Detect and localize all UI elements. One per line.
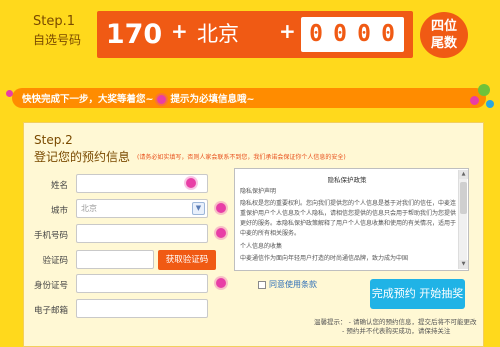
step1-title: 自选号码 xyxy=(33,33,82,47)
submit-reservation-button[interactable]: 完成预约 开始抽奖 xyxy=(370,279,465,309)
phone-label: 手机号码 xyxy=(33,231,68,241)
registration-panel: Step.2 登记您的预约信息 (请务必如实填写，否则人家会联系不到您，我们承诺… xyxy=(23,122,484,347)
agree-checkbox[interactable] xyxy=(258,280,266,289)
city-label: 城市 xyxy=(50,206,68,216)
tail-digit-3[interactable]: 0 xyxy=(353,17,375,52)
email-label: 电子邮箱 xyxy=(33,306,68,316)
privacy-paragraph: 隐私权是您的重要权利。您向我们提供您的个人信息是基于对我们的信任，中麦连重保护用… xyxy=(240,200,456,237)
code-input[interactable] xyxy=(76,250,154,269)
decor-dot-icon xyxy=(486,100,494,108)
tail-badge-line2: 尾数 xyxy=(430,36,457,51)
scroll-up-arrow-icon[interactable]: ▲ xyxy=(459,170,468,179)
get-code-button[interactable]: 获取验证码 xyxy=(158,250,216,270)
tail-digit-2[interactable]: 0 xyxy=(329,17,351,52)
required-flower-icon xyxy=(157,95,167,104)
agree-terms-label[interactable]: 同意使用条款 xyxy=(269,280,317,289)
tips-line1: 温馨提示： - 请确认您的预约信息，提交后将不可能更改 xyxy=(314,318,477,326)
step2-title: 登记您的预约信息 xyxy=(34,150,131,164)
privacy-section-title: 个人信息的收集 xyxy=(240,243,283,250)
tail-digit-1[interactable]: 0 xyxy=(305,17,327,52)
decor-dot-icon xyxy=(470,96,479,105)
step1-label: Step.1 自选号码 xyxy=(33,14,81,48)
id-label: 身份证号 xyxy=(33,281,68,291)
id-input[interactable] xyxy=(76,274,208,293)
decor-dot-icon xyxy=(478,84,490,96)
number-prefix: 170 xyxy=(105,19,163,50)
reminder-tips: 温馨提示： - 请确认您的预约信息，提交后将不可能更改 - 预约并不代表购买成功… xyxy=(314,318,476,336)
privacy-paragraph: 中麦通信作为面向年轻用户打造的时尚通信品牌，致力成为中国 xyxy=(240,255,409,262)
tail-digit-4[interactable]: 0 xyxy=(377,17,399,52)
privacy-content: 隐私保护政策 隐私保护声明 隐私权是您的重要权利。您向我们提供您的个人信息是基于… xyxy=(238,172,456,267)
privacy-heading: 隐私保护声明 xyxy=(240,188,277,195)
decor-dot-icon xyxy=(6,90,13,97)
privacy-title: 隐私保护政策 xyxy=(327,176,367,184)
tail-digits-box[interactable]: 0 0 0 0 xyxy=(301,17,404,52)
step2-number: Step.2 xyxy=(34,133,73,147)
number-city[interactable]: 北京 xyxy=(197,16,239,52)
plus-sign: + xyxy=(171,19,188,43)
phone-input[interactable] xyxy=(76,224,208,243)
required-flower-icon xyxy=(216,278,226,288)
step2-label: Step.2 登记您的预约信息 xyxy=(34,133,130,165)
tail-digits-badge: 四位 尾数 xyxy=(420,12,468,58)
city-select-value: 北京 xyxy=(81,204,97,213)
plus-sign: + xyxy=(279,19,296,43)
scroll-down-arrow-icon[interactable]: ▼ xyxy=(459,260,468,269)
hint-text-after: 提示为必填信息哦~ xyxy=(170,94,255,105)
agree-terms[interactable]: 同意使用条款 xyxy=(258,279,317,290)
name-label: 姓名 xyxy=(50,181,68,191)
scroll-thumb[interactable] xyxy=(460,182,467,214)
email-input[interactable] xyxy=(76,299,208,318)
code-label: 验证码 xyxy=(42,256,68,266)
number-selector-bar: 170 + 北京 + 0 0 0 0 xyxy=(97,11,413,58)
required-flower-icon xyxy=(186,178,196,188)
step1-number: Step.1 xyxy=(33,14,76,29)
privacy-policy-box[interactable]: 隐私保护政策 隐私保护声明 隐私权是您的重要权利。您向我们提供您的个人信息是基于… xyxy=(234,168,469,271)
chevron-down-icon[interactable]: ▼ xyxy=(192,202,205,215)
hint-banner: 快快完成下一步，大奖等着您~ 提示为必填信息哦~ xyxy=(12,88,486,108)
tips-line2: - 预约并不代表购买成功，请保持关注 xyxy=(342,327,451,335)
required-flower-icon xyxy=(216,203,226,213)
hint-text-before: 快快完成下一步，大奖等着您~ xyxy=(22,94,154,105)
tail-badge-line1: 四位 xyxy=(430,19,457,34)
hint-text: 快快完成下一步，大奖等着您~ 提示为必填信息哦~ xyxy=(22,91,254,105)
required-flower-icon xyxy=(216,228,226,238)
city-select[interactable]: 北京 ▼ xyxy=(76,199,208,218)
step2-note: (请务必如实填写，否则人家会联系不到您，我们承诺会保证你个人信息的安全) xyxy=(137,154,346,161)
privacy-scrollbar[interactable]: ▲ ▼ xyxy=(458,170,468,269)
